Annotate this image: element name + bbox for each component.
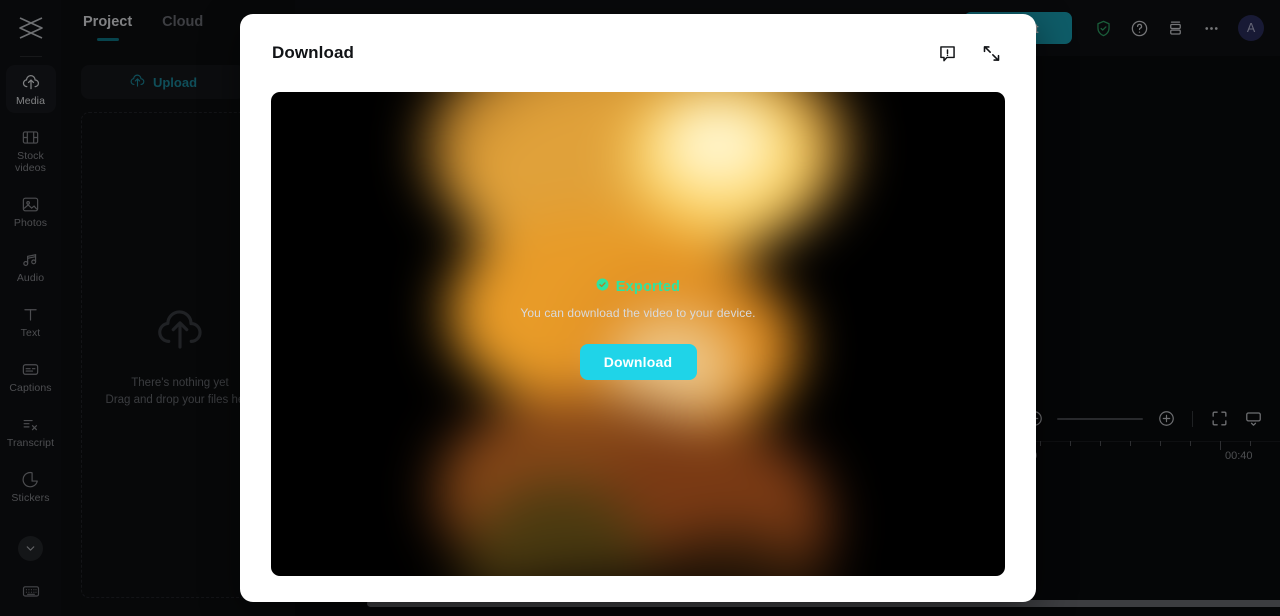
app-root: Media Stock videos Photos Audio Text Cap… — [0, 0, 1280, 616]
status-description: You can download the video to your devic… — [520, 306, 756, 320]
status-label: Exported — [615, 279, 681, 295]
download-modal: Download Exported You can download the v… — [240, 14, 1036, 602]
collapse-icon[interactable] — [976, 38, 1006, 68]
page-title: Download — [272, 43, 355, 62]
check-circle-icon — [596, 278, 609, 296]
download-button[interactable]: Download — [579, 344, 697, 380]
feedback-icon[interactable] — [932, 38, 962, 68]
export-status-overlay: Exported You can download the video to y… — [271, 278, 1005, 380]
status-badge: Exported — [596, 278, 680, 296]
video-preview[interactable]: Exported You can download the video to y… — [271, 92, 1005, 576]
modal-header: Download — [240, 14, 1036, 92]
